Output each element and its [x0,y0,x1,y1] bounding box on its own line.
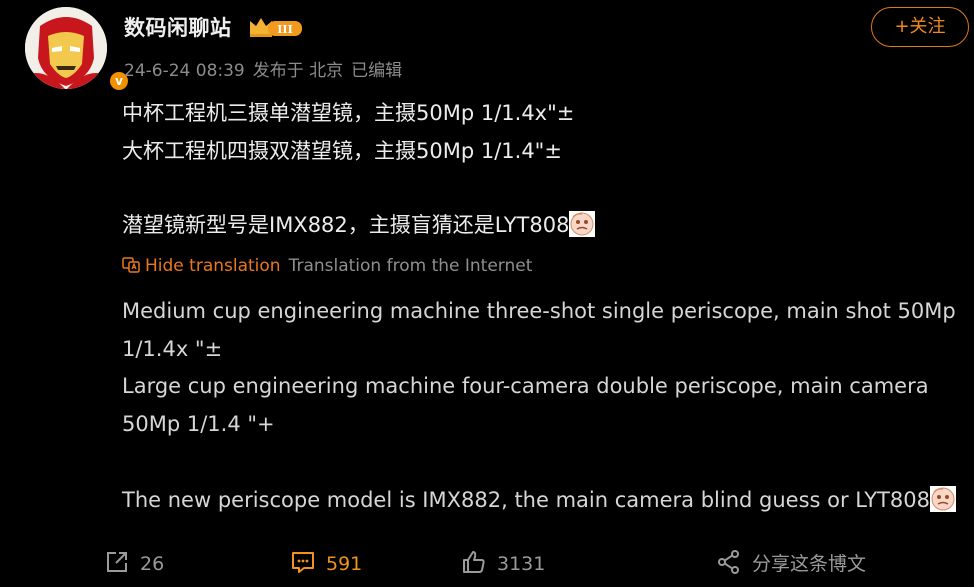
translate-icon [122,257,140,273]
translation-source-label: Translation from the Internet [288,256,533,276]
follow-button[interactable]: +关注 [871,7,969,47]
thumbs-up-icon [463,551,485,573]
comment-count: 591 [326,553,363,575]
post-original-line: 中杯工程机三摄单潜望镜，主摄50Mp 1/1.4x"± [122,101,575,125]
weibo-post: v 数码闲聊站 III 24-6-24 08:39 发布于 北京 已编辑 +关注 中… [0,0,974,587]
post-date: 24-6-24 08:39 [124,61,245,81]
post-meta: 24-6-24 08:39 发布于 北京 已编辑 [124,56,410,81]
vip-crown-level-icon: III [250,18,302,37]
iron-man-avatar-icon [25,7,107,89]
repost-icon [107,552,127,572]
thinking-face-emoji-icon [929,486,956,512]
share-button[interactable]: 分享这条博文 [716,549,866,579]
translation-line: Large cup engineering machine four-camer… [122,374,929,398]
translation-line: 1/1.4x "± [122,337,223,361]
thinking-face-emoji-icon [569,211,596,237]
comment-button[interactable]: 591 [290,549,362,579]
avatar[interactable]: v [24,6,130,92]
hide-translation-link[interactable]: Hide translation [145,256,281,276]
post-original-line: 潜望镜新型号是IMX882，主摄盲猜还是LYT808 [122,209,596,239]
like-button[interactable]: 3131 [461,549,545,579]
comment-icon [292,552,314,573]
post-original-line: 大杯工程机四摄双潜望镜，主摄50Mp 1/1.4"± [122,139,562,163]
username[interactable]: 数码闲聊站 [124,12,232,42]
level-badge-text: III [277,23,292,36]
translation-line: The new periscope model is IMX882, the m… [122,486,956,512]
share-icon [718,550,739,574]
like-count: 3131 [497,553,546,575]
repost-count: 26 [140,553,165,575]
post-original-text: 潜望镜新型号是IMX882，主摄盲猜还是LYT808 [122,213,570,237]
post-location: 发布于 北京 [252,61,344,81]
translation-text: The new periscope model is IMX882, the m… [122,488,930,512]
repost-button[interactable]: 26 [104,549,164,579]
translation-bar: Hide translation Translation from the Int… [122,256,532,276]
translation-line: 50Mp 1/1.4 "+ [122,412,275,436]
edited-label[interactable]: 已编辑 [351,61,402,81]
translation-line: Medium cup engineering machine three-sho… [122,299,956,323]
share-label: 分享这条博文 [752,553,867,575]
